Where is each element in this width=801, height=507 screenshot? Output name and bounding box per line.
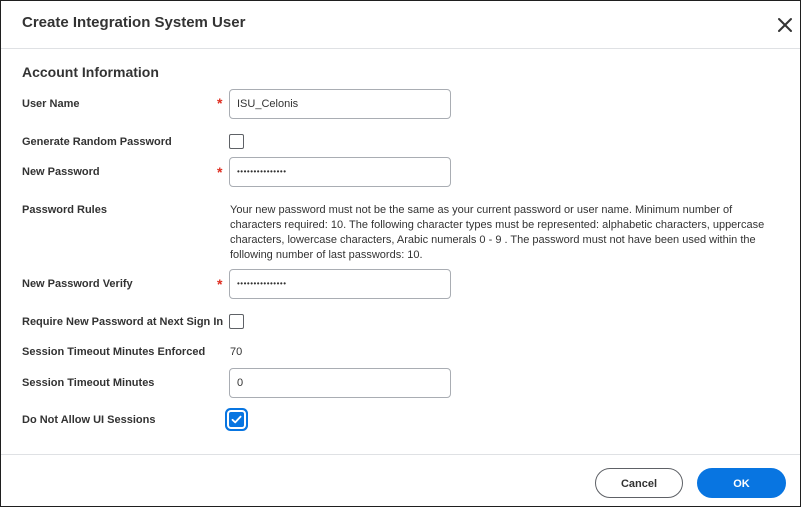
checkmark-icon: [231, 415, 242, 424]
password-rules-text: Your new password must not be the same a…: [230, 204, 765, 261]
new-password-verify-label: New Password Verify: [22, 278, 133, 290]
require-new-password-checkbox[interactable]: [229, 314, 244, 329]
generate-random-password-checkbox[interactable]: [229, 134, 244, 149]
user-name-input[interactable]: ISU_Celonis: [229, 89, 451, 119]
user-name-label: User Name: [22, 98, 80, 110]
dialog-footer: Cancel OK: [1, 454, 800, 507]
session-timeout-enforced-value: 70: [230, 346, 243, 358]
required-indicator: *: [217, 164, 223, 180]
password-rules-label: Password Rules: [22, 204, 107, 216]
cancel-button[interactable]: Cancel: [595, 468, 683, 498]
do-not-allow-ui-sessions-label: Do Not Allow UI Sessions: [22, 414, 156, 426]
dialog-title: Create Integration System User: [22, 14, 246, 31]
ok-button[interactable]: OK: [697, 468, 786, 498]
close-button[interactable]: [773, 13, 797, 37]
dialog-header: Create Integration System User: [1, 1, 800, 49]
required-indicator: *: [217, 95, 223, 111]
session-timeout-enforced-label: Session Timeout Minutes Enforced: [22, 346, 206, 358]
new-password-verify-input[interactable]: •••••••••••••••: [229, 269, 451, 299]
section-title: Account Information: [22, 64, 159, 80]
new-password-label: New Password: [22, 166, 100, 178]
required-indicator: *: [217, 276, 223, 292]
do-not-allow-ui-sessions-checkbox[interactable]: [229, 412, 244, 427]
session-timeout-minutes-input[interactable]: 0: [229, 368, 451, 398]
create-isu-dialog: Create Integration System User Account I…: [0, 0, 801, 507]
session-timeout-minutes-label: Session Timeout Minutes: [22, 377, 155, 389]
generate-random-password-label: Generate Random Password: [22, 136, 172, 148]
require-new-password-label: Require New Password at Next Sign In: [22, 316, 224, 328]
close-icon: [778, 18, 792, 32]
new-password-input[interactable]: •••••••••••••••: [229, 157, 451, 187]
